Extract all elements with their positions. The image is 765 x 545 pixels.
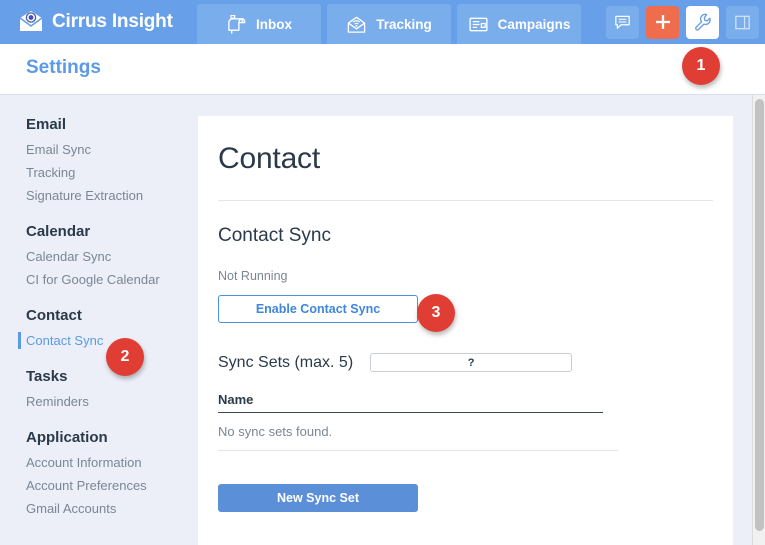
sidebar-item-account-information[interactable]: Account Information [0,451,198,474]
step-badge-1: 1 [682,47,720,85]
sidebar-item-calendar-sync[interactable]: Calendar Sync [0,245,198,268]
sidebar-item-gmail-accounts[interactable]: Gmail Accounts [0,497,198,520]
sidebar-item-contact-sync[interactable]: Contact Sync [0,329,198,352]
sidebar-item-signature-extraction[interactable]: Signature Extraction [0,184,198,207]
heading-divider [218,200,713,201]
settings-subheader: Settings [0,44,765,95]
mailbox-icon [226,14,247,35]
sidebar-group-tasks: Tasks Reminders [0,368,198,413]
step-badge-2: 2 [106,338,144,376]
top-navigation-bar: Cirrus Insight Inbox Tracking Campaigns [0,0,765,44]
sidebar-group-title-calendar: Calendar [26,223,91,240]
sidebar-group-calendar: Calendar Calendar Sync CI for Google Cal… [0,223,198,291]
enable-contact-sync-button[interactable]: Enable Contact Sync [218,295,418,323]
add-button[interactable] [646,5,679,39]
body-area: Email Email Sync Tracking Signature Extr… [0,95,752,545]
envelope-signal-icon [346,14,367,35]
page-title: Settings [26,57,101,78]
wrench-icon [693,12,713,32]
vertical-scrollbar-thumb[interactable] [755,99,764,531]
tab-inbox[interactable]: Inbox [197,4,321,44]
vertical-scrollbar-track[interactable] [752,95,765,545]
sidebar-group-email: Email Email Sync Tracking Signature Extr… [0,116,198,207]
brand-logo-area[interactable]: Cirrus Insight [0,0,197,44]
table-column-header-name: Name [218,392,603,413]
sidebar-group-title-email: Email [26,116,67,133]
settings-sidebar: Email Email Sync Tracking Signature Extr… [0,95,198,545]
sync-sets-label: Sync Sets (max. 5) [218,353,354,371]
tab-tracking[interactable]: Tracking [327,4,451,44]
sync-sets-row: Sync Sets (max. 5) [218,353,701,372]
tab-tracking-label: Tracking [376,16,432,32]
content-card: Contact Contact Sync Not Running Enable … [198,116,733,545]
sidebar-group-application: Application Account Information Account … [0,429,198,520]
sidebar-item-ci-for-google-calendar[interactable]: CI for Google Calendar [0,268,198,291]
settings-wrench-button[interactable] [686,5,719,39]
sidebar-item-account-preferences[interactable]: Account Preferences [0,474,198,497]
sidebar-group-title-contact: Contact [26,307,82,324]
sidebar-item-reminders[interactable]: Reminders [0,390,198,413]
sync-sets-input[interactable] [370,353,573,372]
tab-inbox-label: Inbox [256,16,292,32]
tab-campaigns[interactable]: Campaigns [457,4,581,44]
brand-name: Cirrus Insight [52,11,173,32]
sync-sets-table: Name [218,392,603,413]
sidebar-group-title-tasks: Tasks [26,368,68,385]
step-badge-3: 3 [417,294,455,332]
sync-status-text: Not Running [218,269,288,283]
tab-campaigns-label: Campaigns [497,16,571,32]
new-sync-set-button[interactable]: New Sync Set [218,484,418,512]
contact-sync-section-title: Contact Sync [218,225,331,246]
table-empty-message: No sync sets found. [218,413,618,451]
sidebar-group-title-application: Application [26,429,108,446]
envelope-eye-logo-icon [18,9,44,35]
chat-button[interactable] [606,5,639,39]
primary-tabs: Inbox Tracking Campaigns [197,0,581,44]
plus-icon [653,12,673,32]
campaign-card-icon [468,14,489,35]
sidebar-item-tracking[interactable]: Tracking [0,161,198,184]
sidebar-item-email-sync[interactable]: Email Sync [0,138,198,161]
panel-toggle-button[interactable] [726,5,759,39]
chat-bubble-icon [613,13,632,32]
header-action-buttons [606,0,765,44]
contact-heading: Contact [218,142,320,175]
sidebar-group-contact: Contact Contact Sync [0,307,198,352]
app-window: Cirrus Insight Inbox Tracking Campaigns … [0,0,765,545]
split-panel-icon [733,13,752,32]
